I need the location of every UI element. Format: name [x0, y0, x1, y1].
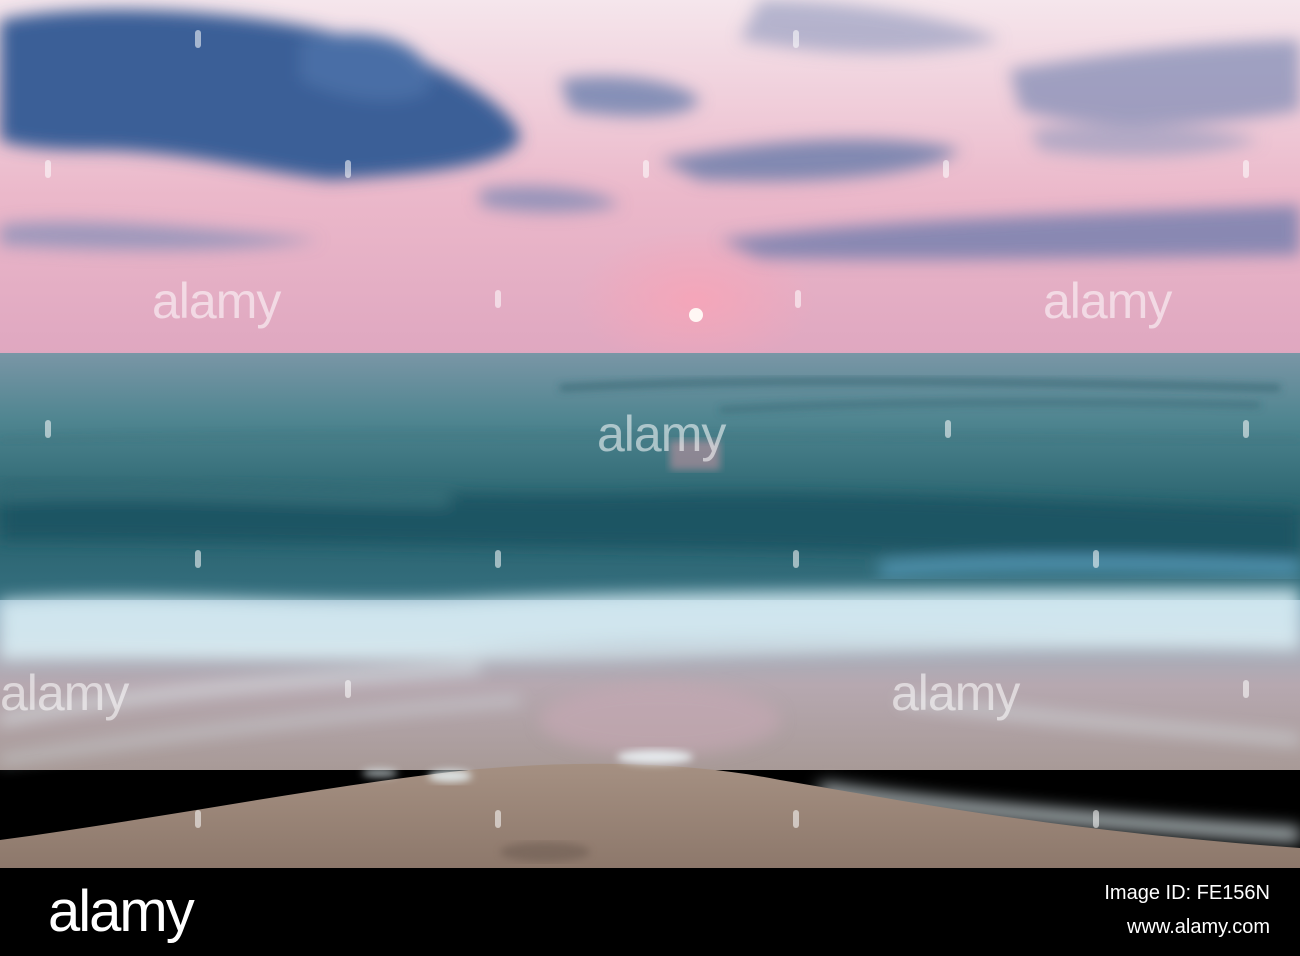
watermark-mark — [195, 30, 201, 48]
site-url[interactable]: www.alamy.com — [1104, 910, 1270, 944]
watermark-mark — [793, 810, 799, 828]
watermark-mark — [195, 550, 201, 568]
watermark-mark — [1093, 810, 1099, 828]
watermark-mark — [45, 160, 51, 178]
image-id: Image ID: FE156N — [1104, 882, 1270, 904]
watermark-mark — [1093, 550, 1099, 568]
watermark-mark — [795, 290, 801, 308]
watermark-text: alamy — [0, 665, 129, 721]
watermark-mark — [1243, 160, 1249, 178]
watermark-mark — [495, 810, 501, 828]
stock-photo-page: alamy alamy alamy alamy alamy alamy Imag… — [0, 0, 1300, 956]
watermark-mark — [943, 160, 949, 178]
watermark-text: alamy — [597, 406, 726, 462]
watermark-text: alamy — [891, 665, 1020, 721]
watermark-mark — [945, 420, 951, 438]
watermark-mark — [495, 550, 501, 568]
sun — [689, 308, 703, 322]
watermark-mark — [1243, 420, 1249, 438]
watermark-mark — [195, 810, 201, 828]
footer-bar: alamy Image ID: FE156N www.alamy.com — [0, 868, 1300, 956]
watermark-text: alamy — [1043, 273, 1172, 329]
alamy-logo[interactable]: alamy — [48, 878, 195, 945]
watermark-mark — [793, 550, 799, 568]
watermark-mark — [643, 160, 649, 178]
watermark-mark — [495, 290, 501, 308]
watermark-mark — [345, 680, 351, 698]
watermark-mark — [793, 30, 799, 48]
image-reference: Image ID: FE156N www.alamy.com — [1104, 876, 1270, 944]
watermark-mark — [45, 420, 51, 438]
watermark-mark — [1243, 680, 1249, 698]
footprint — [500, 842, 590, 862]
watermark-text: alamy — [152, 273, 281, 329]
watermark-mark — [345, 160, 351, 178]
